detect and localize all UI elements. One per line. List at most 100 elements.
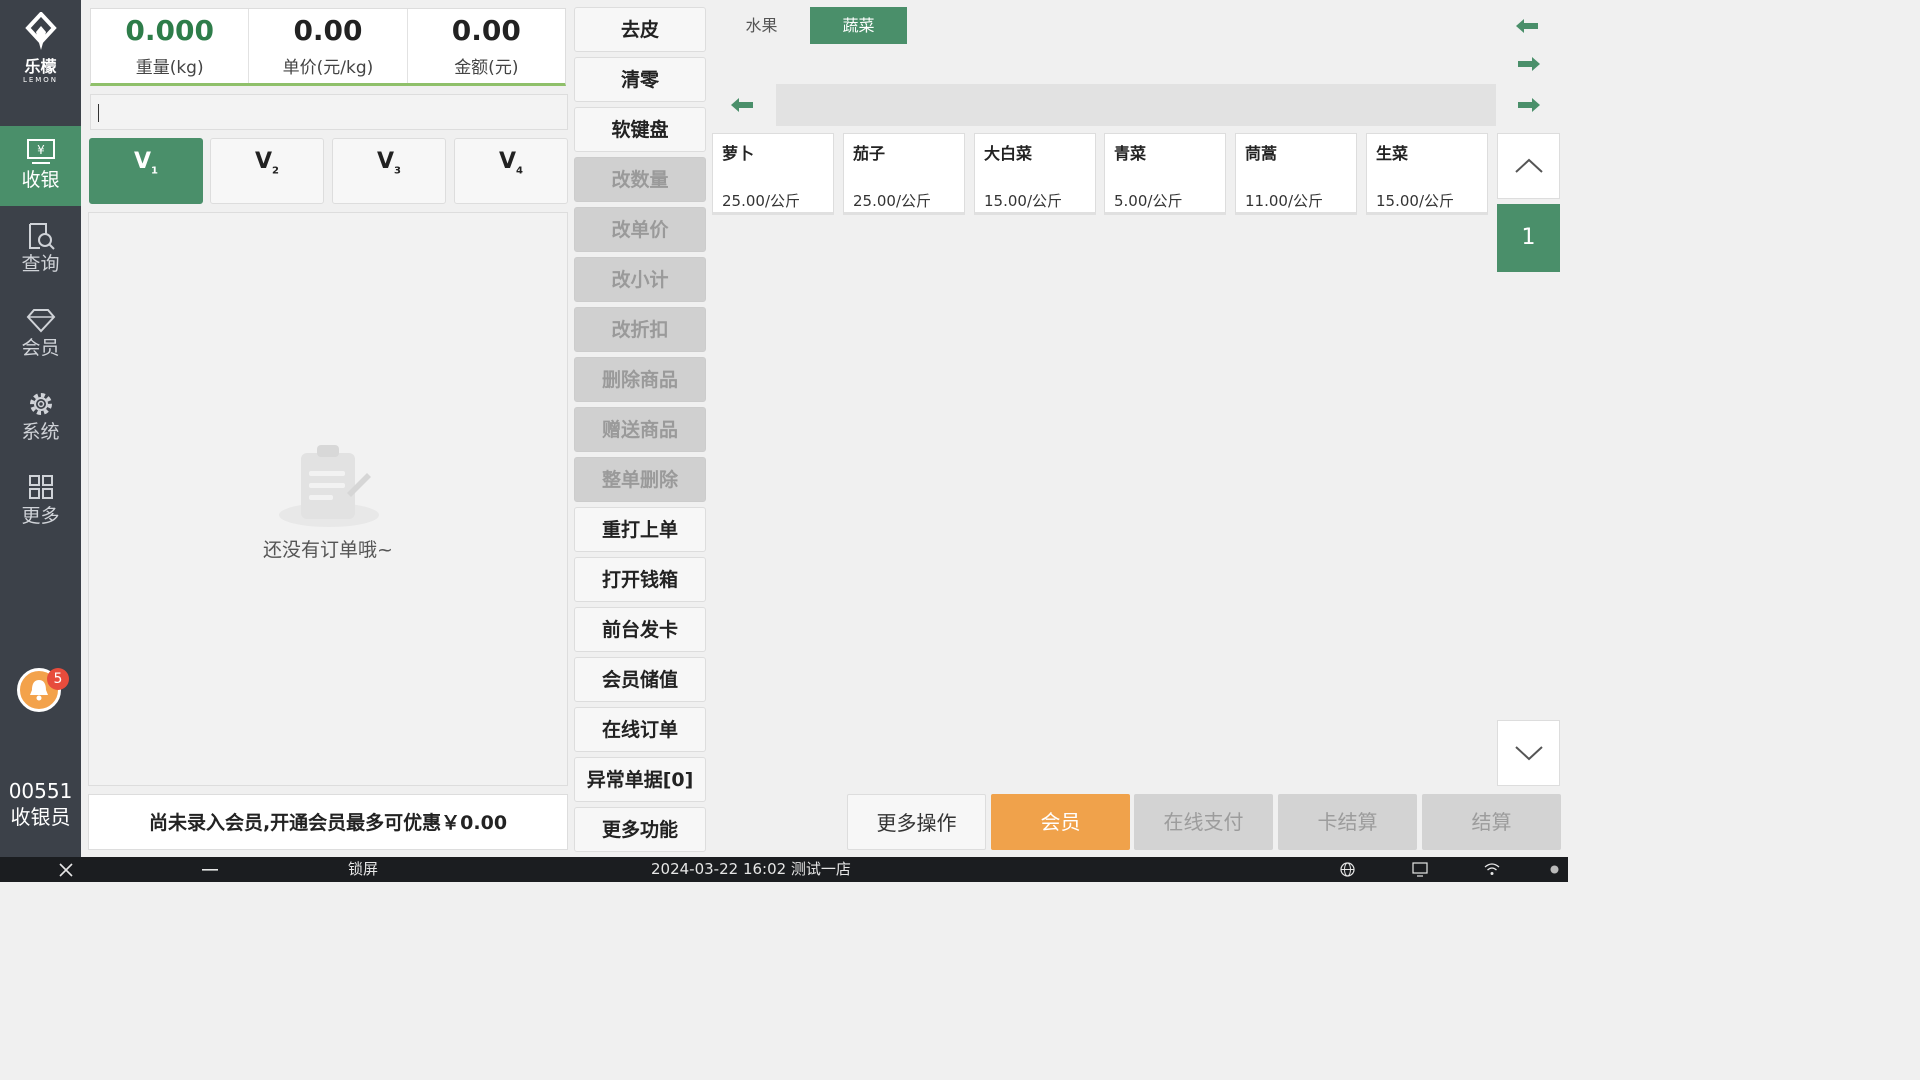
product-card[interactable]: 生菜 15.00/公斤 [1366,133,1488,215]
soft-keyboard-button[interactable]: 软键盘 [574,107,706,152]
vip-level-sub: 3 [394,165,401,177]
tare-button[interactable]: 去皮 [574,7,706,52]
sidebar-item-cashier[interactable]: ¥ 收银 [0,126,81,206]
amount-cell: 0.00 金额(元) [408,9,565,83]
sidebar: 乐檬 LEMON ¥ 收银 查询 会员 系统 更多 5 00551 收银员 [0,0,81,857]
svg-text:¥: ¥ [37,143,45,157]
arrow-right-icon[interactable] [1514,54,1542,74]
settle-button[interactable]: 结算 [1422,794,1561,850]
cashier-info: 00551 收银员 [0,778,81,830]
member-topup-button[interactable]: 会员储值 [574,657,706,702]
vip-level-4-button[interactable]: V4 [454,138,568,204]
member-promo-bar[interactable]: 尚未录入会员,开通会员最多可优惠￥0.00 [88,794,568,850]
taskbar: 锁屏 2024-03-22 16:02 测试一店 [0,857,1568,882]
product-name: 茄子 [853,144,886,163]
change-price-button[interactable]: 改单价 [574,207,706,252]
subcategory-prev-icon[interactable] [729,95,757,115]
sidebar-item-more[interactable]: 更多 [0,462,81,542]
tab-vegetables[interactable]: 蔬菜 [810,7,907,44]
sidebar-item-label: 更多 [21,505,60,527]
text-caret [98,104,99,122]
app-logo: 乐檬 LEMON [0,12,81,85]
member-button[interactable]: 会员 [991,794,1130,850]
vip-level-3-button[interactable]: V3 [332,138,446,204]
product-card[interactable]: 青菜 5.00/公斤 [1104,133,1226,215]
empty-order-text: 还没有订单哦~ [263,539,393,561]
product-card[interactable]: 萝卜 25.00/公斤 [712,133,834,215]
subcategory-strip [776,84,1496,126]
order-list: 还没有订单哦~ [88,212,568,786]
online-orders-button[interactable]: 在线订单 [574,707,706,752]
product-card[interactable]: 茄子 25.00/公斤 [843,133,965,215]
more-operations-button[interactable]: 更多操作 [847,794,986,850]
product-price: 15.00/公斤 [1376,192,1454,210]
delete-item-button[interactable]: 删除商品 [574,357,706,402]
more-functions-button[interactable]: 更多功能 [574,807,706,852]
lemon-logo-icon [24,12,57,50]
product-card[interactable]: 大白菜 15.00/公斤 [974,133,1096,215]
subcategory-next-icon[interactable] [1514,95,1542,115]
logo-subtext: LEMON [22,76,59,84]
unit-price-cell: 0.00 单价(元/kg) [249,9,408,83]
monitor-icon[interactable] [1412,862,1428,877]
delete-order-button[interactable]: 整单删除 [574,457,706,502]
vip-level-1-button[interactable]: V1 [89,138,203,204]
vip-level-label: V [377,149,395,174]
product-card[interactable]: 茼蒿 11.00/公斤 [1235,133,1357,215]
product-price: 5.00/公斤 [1114,192,1183,210]
sidebar-item-system[interactable]: 系统 [0,378,81,458]
sidebar-item-member[interactable]: 会员 [0,294,81,374]
cashier-id: 00551 [8,779,73,803]
scale-readout: 0.000 重量(kg) 0.00 单价(元/kg) 0.00 金额(元) [90,8,566,86]
sidebar-item-query[interactable]: 查询 [0,210,81,290]
lock-screen-button[interactable]: 锁屏 [348,857,378,882]
tab-fruit[interactable]: 水果 [713,7,810,44]
barcode-input[interactable] [90,94,568,130]
sidebar-item-label: 系统 [21,421,60,443]
unit-price-value: 0.00 [293,14,363,47]
current-page: 1 [1497,204,1560,272]
vip-level-label: V [255,149,273,174]
vip-level-2-button[interactable]: V2 [210,138,324,204]
gift-item-button[interactable]: 赠送商品 [574,407,706,452]
change-quantity-button[interactable]: 改数量 [574,157,706,202]
change-subtotal-button[interactable]: 改小计 [574,257,706,302]
change-discount-button[interactable]: 改折扣 [574,307,706,352]
search-doc-icon [28,223,55,250]
globe-icon[interactable] [1340,862,1355,877]
wifi-icon[interactable] [1484,862,1500,876]
product-price: 25.00/公斤 [722,192,800,210]
product-price: 11.00/公斤 [1245,192,1323,210]
vip-level-label: V [134,149,152,174]
vip-level-sub: 1 [151,165,158,177]
arrow-left-icon[interactable] [1514,16,1542,36]
notification-badge: 5 [47,668,69,690]
amount-label: 金额(元) [454,58,519,78]
weight-cell: 0.000 重量(kg) [91,9,250,83]
product-name: 茼蒿 [1245,144,1278,163]
sidebar-item-label: 会员 [21,337,60,359]
issue-card-button[interactable]: 前台发卡 [574,607,706,652]
product-name: 青菜 [1114,144,1147,163]
vip-level-sub: 2 [272,165,279,177]
product-name: 生菜 [1376,144,1409,163]
close-icon[interactable] [59,863,73,877]
datetime-store: 2024-03-22 16:02 测试一店 [651,860,851,878]
minimize-icon[interactable] [202,869,218,871]
diamond-icon [26,309,55,333]
amount-value: 0.00 [451,14,521,47]
page-up-button[interactable] [1497,133,1560,199]
cashier-role: 收银员 [10,805,71,829]
sidebar-item-label: 查询 [21,253,60,275]
online-pay-button[interactable]: 在线支付 [1134,794,1273,850]
card-settle-button[interactable]: 卡结算 [1278,794,1417,850]
page-down-button[interactable] [1497,720,1560,786]
abnormal-receipts-button[interactable]: 异常单据[0] [574,757,706,802]
product-name: 大白菜 [984,144,1033,163]
open-drawer-button[interactable]: 打开钱箱 [574,557,706,602]
reprint-last-button[interactable]: 重打上单 [574,507,706,552]
gear-icon [29,393,52,415]
zero-button[interactable]: 清零 [574,57,706,102]
weight-label: 重量(kg) [135,58,204,78]
unit-price-label: 单价(元/kg) [282,58,374,78]
